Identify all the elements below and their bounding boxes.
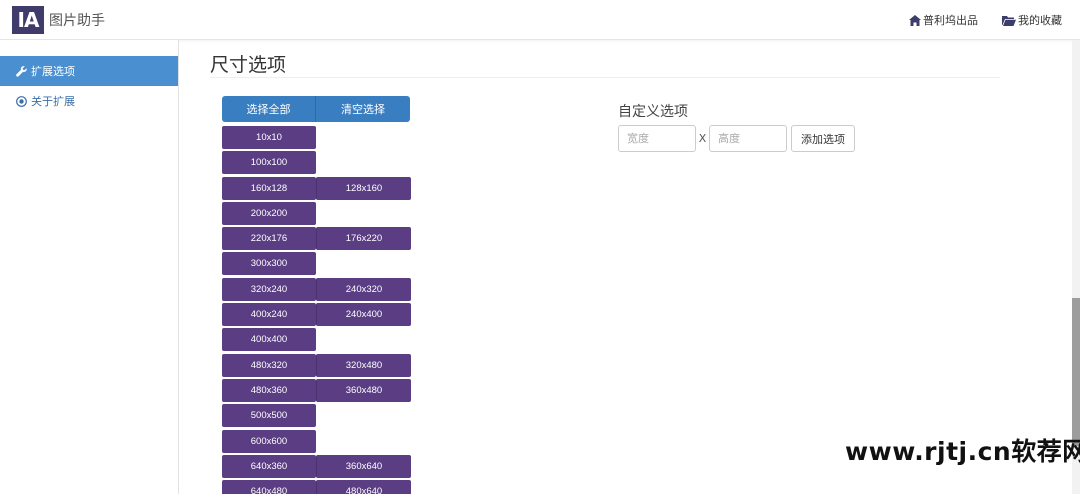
custom-options-title: 自定义选项 xyxy=(618,104,688,120)
selection-button-group: 选择全部 清空选择 xyxy=(222,96,410,122)
folder-open-icon xyxy=(1002,15,1016,26)
sidebar-item-about[interactable]: 关于扩展 xyxy=(0,86,178,116)
custom-options-form: X 添加选项 xyxy=(618,125,855,152)
nav-link-pulwu[interactable]: 普利坞出品 xyxy=(909,12,978,28)
size-option-button[interactable]: 300x300 xyxy=(222,252,316,276)
sidebar-item-label: 关于扩展 xyxy=(31,95,75,108)
size-option-button[interactable]: 220x176 xyxy=(222,227,316,251)
nav-links: 普利坞出品 我的收藏 xyxy=(885,12,1062,28)
sidebar: 扩展选项 关于扩展 xyxy=(0,40,179,494)
size-option-button[interactable]: 360x640 xyxy=(316,454,411,478)
page-scrollbar[interactable] xyxy=(1072,40,1080,494)
info-circle-icon xyxy=(16,95,27,107)
size-option-row: 400x400 xyxy=(222,328,412,353)
select-all-button[interactable]: 选择全部 xyxy=(222,96,316,122)
clear-selection-button[interactable]: 清空选择 xyxy=(316,96,410,122)
size-option-row: 300x300 xyxy=(222,252,412,277)
nav-link-label: 我的收藏 xyxy=(1018,14,1062,27)
size-option-button[interactable]: 176x220 xyxy=(316,227,411,251)
size-option-button[interactable]: 500x500 xyxy=(222,404,316,428)
brand[interactable]: IA 图片助手 xyxy=(12,6,105,34)
size-option-button[interactable]: 10x10 xyxy=(222,126,316,149)
size-option-row: 200x200 xyxy=(222,201,412,227)
size-option-button[interactable]: 640x360 xyxy=(222,454,316,478)
size-option-row: 160x128 128x160 xyxy=(222,176,412,202)
title-divider xyxy=(210,77,1000,78)
scrollbar-thumb[interactable] xyxy=(1072,298,1080,446)
size-options-list: 10x10 100x100 160x128 128x160 200x200 220x176… xyxy=(222,126,412,494)
size-option-button[interactable]: 480x640 xyxy=(316,480,411,494)
size-option-button[interactable]: 400x400 xyxy=(222,328,316,352)
size-option-row: 100x100 xyxy=(222,151,412,176)
size-option-button[interactable]: 480x320 xyxy=(222,353,316,377)
size-option-row: 640x360 360x640 xyxy=(222,454,412,480)
size-option-button[interactable]: 600x600 xyxy=(222,429,316,453)
add-option-button[interactable]: 添加选项 xyxy=(791,125,855,152)
sidebar-item-extension-options[interactable]: 扩展选项 xyxy=(0,56,178,86)
wrench-icon xyxy=(16,65,27,77)
size-option-row: 600x600 xyxy=(222,429,412,455)
size-option-button[interactable]: 640x480 xyxy=(222,480,316,494)
size-option-row: 320x240 240x320 xyxy=(222,277,412,303)
size-option-button[interactable]: 240x320 xyxy=(316,277,411,301)
dimension-separator: X xyxy=(698,132,707,145)
size-option-button[interactable]: 160x128 xyxy=(222,176,316,200)
nav-link-favorites[interactable]: 我的收藏 xyxy=(1002,12,1062,28)
watermark: www.rjtj.cn软荐网 xyxy=(845,437,1080,466)
size-option-button[interactable]: 128x160 xyxy=(316,176,411,200)
size-option-button[interactable]: 320x480 xyxy=(316,353,411,377)
top-navbar: IA 图片助手 普利坞出品 我的收藏 xyxy=(0,0,1080,40)
size-option-button[interactable]: 480x360 xyxy=(222,378,316,402)
size-option-button[interactable]: 100x100 xyxy=(222,151,316,175)
nav-link-label: 普利坞出品 xyxy=(923,14,978,27)
size-option-row: 400x240 240x400 xyxy=(222,303,412,328)
width-input[interactable] xyxy=(618,125,696,152)
size-option-button[interactable]: 360x480 xyxy=(316,378,411,402)
size-option-button[interactable]: 400x240 xyxy=(222,303,316,327)
size-option-button[interactable]: 240x400 xyxy=(316,303,411,327)
sidebar-item-label: 扩展选项 xyxy=(31,65,75,78)
home-icon xyxy=(909,14,921,26)
page-title: 尺寸选项 xyxy=(210,54,287,76)
size-option-row: 480x360 360x480 xyxy=(222,378,412,404)
size-option-row: 640x480 480x640 xyxy=(222,480,412,494)
size-option-row: 480x320 320x480 xyxy=(222,353,412,379)
height-input[interactable] xyxy=(709,125,787,152)
size-option-row: 10x10 xyxy=(222,126,412,151)
size-option-button[interactable]: 200x200 xyxy=(222,201,316,225)
size-option-row: 220x176 176x220 xyxy=(222,227,412,252)
app-logo: IA xyxy=(12,6,44,34)
size-option-row: 500x500 xyxy=(222,404,412,429)
app-name: 图片助手 xyxy=(49,13,105,29)
size-option-button[interactable]: 320x240 xyxy=(222,277,316,301)
